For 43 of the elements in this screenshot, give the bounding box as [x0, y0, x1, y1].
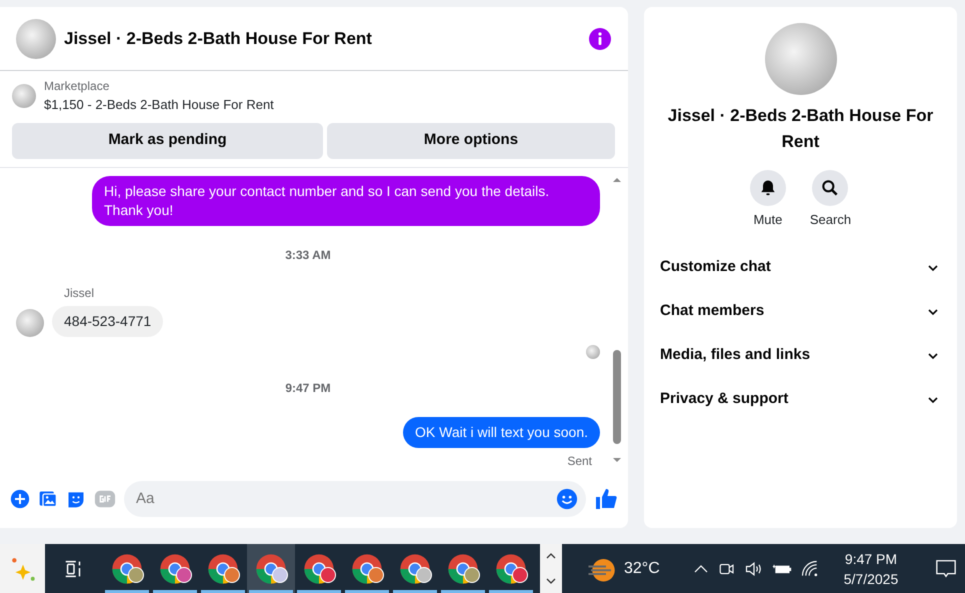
section-header[interactable]: Privacy & support [644, 378, 957, 422]
section-header[interactable]: Customize chat [644, 246, 957, 290]
temperature[interactable]: 32°C [624, 556, 660, 580]
section-title: Media, files and links [660, 345, 810, 366]
action-label: Search [810, 211, 852, 229]
photo-placeholder [12, 84, 36, 108]
listing-source: Marketplace [44, 78, 110, 95]
listing-title[interactable]: $1,150 - 2-Beds 2-Bath House For Rent [44, 95, 274, 114]
search-button[interactable] [812, 170, 848, 206]
image-icon[interactable] [38, 488, 58, 508]
chat-title: Jissel · 2-Beds 2-Bath House For Rent [64, 28, 373, 50]
seen-avatar [586, 344, 600, 358]
action-label: Mute [753, 211, 782, 229]
timestamp: 3:33 AM [284, 246, 332, 264]
timestamp: 9:47 PM [284, 380, 332, 396]
search-icon [820, 178, 840, 198]
section-header[interactable]: Chat members [644, 290, 957, 334]
time-text: 9:47 PM [844, 550, 898, 568]
emoji-icon[interactable] [556, 488, 578, 510]
notification-icon[interactable] [935, 558, 957, 580]
info-icon[interactable] [588, 26, 612, 50]
section-title: Chat members [660, 301, 764, 322]
mute-button[interactable] [750, 170, 786, 206]
wifi-icon[interactable] [800, 558, 820, 578]
details-title: Jissel · 2-Beds 2-Bath House For Rent [666, 105, 934, 152]
message-bubble: Hi, please share your contact number and so I can send you the details. Thank you! [92, 176, 600, 226]
message-input[interactable]: Aa [124, 480, 586, 516]
add-icon[interactable] [10, 488, 30, 508]
taskbar-app[interactable] [247, 544, 295, 593]
action-button[interactable]: Mark as pending [12, 122, 323, 158]
section-header[interactable]: Media, files and links [644, 334, 957, 378]
clock[interactable]: 9:47 PM 5/7/2025 [844, 548, 898, 588]
sender-name: Jissel [63, 284, 96, 302]
message-status: Sent [567, 452, 592, 470]
date-text: 5/7/2025 [844, 570, 898, 588]
message-bubble: OK Wait i will text you soon. [403, 416, 600, 448]
avatar [16, 308, 44, 336]
thumbs-up-icon[interactable] [594, 486, 618, 510]
action-button[interactable]: More options [327, 122, 615, 158]
message-bubble: 484-523-4771 [52, 306, 164, 336]
section-title: Privacy & support [660, 389, 788, 410]
section-title: Customize chat [660, 257, 771, 278]
photo-placeholder [16, 18, 56, 58]
